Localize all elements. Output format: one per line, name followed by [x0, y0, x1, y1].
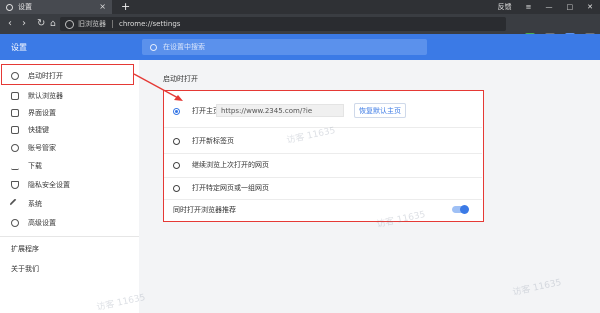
restore-button-label: 恢复默认主页: [359, 106, 401, 115]
gear-icon: [11, 218, 19, 227]
sidebar-item-about[interactable]: 关于我们: [11, 264, 39, 274]
option-label: 打开新标签页: [192, 137, 234, 145]
sidebar-item-label: 默认浏览器: [28, 91, 63, 100]
close-window-icon[interactable]: ✕: [587, 3, 593, 11]
address-bar: ‹ › ↻ ⌂ 旧浏览器 chrome://settings: [0, 14, 600, 43]
new-tab-button[interactable]: +: [121, 0, 130, 14]
wrench-icon: [9, 197, 21, 210]
address-url: chrome://settings: [119, 20, 181, 28]
recommend-toggle-row: 同时打开浏览器推荐: [164, 199, 482, 221]
watermark: 访客 11635: [511, 277, 563, 299]
sidebar-item-shortcuts[interactable]: 快捷键: [0, 121, 139, 138]
download-icon: [11, 162, 19, 170]
sidebar-item-privacy[interactable]: 隐私安全设置: [0, 176, 139, 193]
sidebar-item-label: 高级设置: [28, 218, 56, 227]
sidebar-item-appearance[interactable]: 界面设置: [0, 104, 139, 121]
sidebar-item-label: 界面设置: [28, 108, 56, 117]
search-icon: [150, 43, 157, 51]
section-title: 启动时打开: [163, 75, 198, 83]
shield-icon: [11, 180, 19, 189]
option-continue-last[interactable]: 继续浏览上次打开的网页: [164, 154, 482, 176]
sidebar-item-label: 快捷键: [28, 125, 49, 134]
layout-icon: [11, 108, 19, 117]
page-title: 设置: [11, 43, 27, 52]
homepage-url-field[interactable]: https://www.2345.com/?ie: [216, 104, 344, 117]
browser-icon: [11, 91, 19, 100]
homepage-url: https://www.2345.com/?ie: [221, 106, 313, 115]
sidebar-item-extensions[interactable]: 扩展程序: [11, 244, 39, 254]
address-label: 旧浏览器: [78, 20, 106, 28]
toggle-label: 同时打开浏览器推荐: [173, 206, 236, 214]
sidebar-item-label: 账号管家: [28, 143, 56, 152]
address-divider: [112, 20, 113, 28]
sidebar-item-label: 系统: [28, 199, 42, 208]
radio-selected-icon[interactable]: [173, 107, 180, 115]
option-label: 打开特定网页或一组网页: [192, 184, 269, 192]
key-icon: [11, 143, 19, 152]
sidebar: 启动时打开 默认浏览器 界面设置 快捷键 账号管家 下载 隐私安全设置 系统 高…: [0, 60, 139, 313]
reload-icon[interactable]: ↻: [37, 17, 45, 31]
home-icon[interactable]: ⌂: [50, 17, 56, 31]
maximize-icon[interactable]: □: [567, 3, 574, 11]
menu-icon[interactable]: ≡: [526, 3, 532, 11]
feedback-button[interactable]: 反馈: [498, 2, 512, 12]
sidebar-item-downloads[interactable]: 下载: [0, 157, 139, 174]
forward-icon[interactable]: ›: [22, 17, 26, 31]
sidebar-divider: [0, 236, 139, 237]
sidebar-item-advanced[interactable]: 高级设置: [0, 214, 139, 231]
startup-options-card: 打开主页 https://www.2345.com/?ie 恢复默认主页 打开新…: [163, 90, 484, 222]
sidebar-item-accounts[interactable]: 账号管家: [0, 139, 139, 156]
option-specific-pages[interactable]: 打开特定网页或一组网页: [164, 177, 482, 199]
radio-icon[interactable]: [173, 161, 180, 169]
highlight-box: [1, 64, 134, 85]
browser-logo-icon: [65, 19, 74, 29]
back-icon[interactable]: ‹: [8, 17, 12, 31]
search-placeholder: 在设置中搜索: [163, 43, 205, 51]
close-tab-icon[interactable]: ×: [99, 2, 106, 11]
minimize-icon[interactable]: —: [546, 3, 553, 11]
keyboard-icon: [11, 125, 19, 134]
sidebar-item-default-browser[interactable]: 默认浏览器: [0, 87, 139, 104]
radio-icon[interactable]: [173, 184, 180, 192]
tab-settings[interactable]: 设置 ×: [0, 0, 112, 14]
tab-bar: 设置 × + 反馈 ≡ — □ ✕: [0, 0, 600, 14]
window-controls: 反馈 ≡ — □ ✕: [491, 0, 600, 14]
recommend-toggle[interactable]: [452, 205, 469, 214]
sidebar-item-system[interactable]: 系统: [0, 195, 139, 212]
sidebar-item-label: 下载: [28, 161, 42, 170]
option-label: 继续浏览上次打开的网页: [192, 161, 269, 169]
settings-header: 设置 在设置中搜索: [0, 34, 600, 60]
tab-title: 设置: [18, 3, 32, 11]
restore-default-homepage-button[interactable]: 恢复默认主页: [354, 103, 406, 118]
settings-tab-icon: [6, 3, 13, 11]
sidebar-item-label: 隐私安全设置: [28, 180, 70, 189]
url-field[interactable]: 旧浏览器 chrome://settings: [60, 17, 506, 31]
settings-search-input[interactable]: 在设置中搜索: [142, 39, 427, 55]
option-open-homepage[interactable]: 打开主页 https://www.2345.com/?ie 恢复默认主页: [164, 100, 482, 122]
radio-icon[interactable]: [173, 137, 180, 145]
